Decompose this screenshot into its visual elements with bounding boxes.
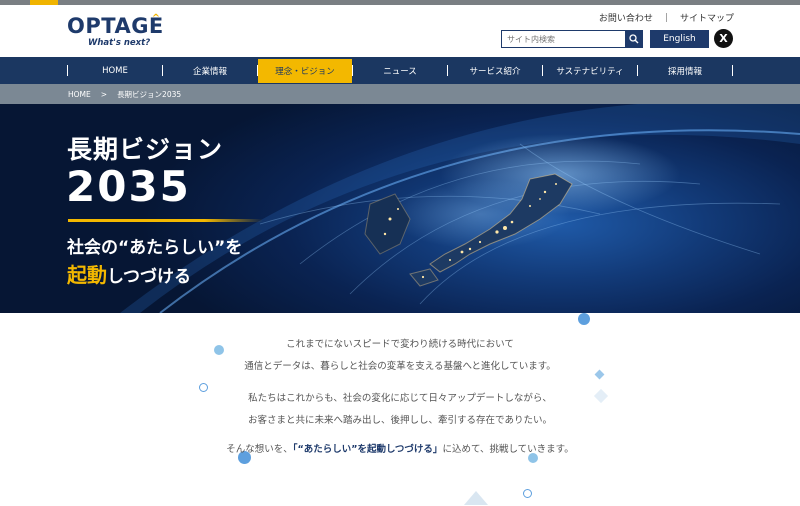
hero-title: 長期ビジョン bbox=[67, 135, 224, 164]
breadcrumb-separator: > bbox=[100, 89, 108, 99]
logo-tagline: What's next? bbox=[88, 38, 151, 48]
sitemap-link[interactable]: サイトマップ bbox=[680, 11, 734, 24]
hero-subtitle-1: 社会の“あたらしい”を bbox=[67, 238, 243, 258]
breadcrumb-home[interactable]: HOME bbox=[68, 90, 91, 99]
message-line: これまでにないスピードで変わり続ける時代において bbox=[286, 339, 514, 350]
optage-logo[interactable]: OPTAGE^ What's next? bbox=[67, 14, 163, 49]
search-icon bbox=[628, 34, 639, 44]
english-button[interactable]: English bbox=[650, 30, 709, 48]
global-nav: HOME 企業情報 理念・ビジョン ニュース サービス紹介 サステナビリティ 採… bbox=[0, 57, 800, 84]
nav-services[interactable]: サービス紹介 bbox=[448, 57, 542, 84]
nav-news[interactable]: ニュース bbox=[353, 57, 447, 84]
nav-recruit[interactable]: 採用情報 bbox=[638, 57, 732, 84]
message-line: お客さまと共に未来へ踏み出し、後押しし、牽引する存在でありたい。 bbox=[248, 415, 552, 426]
vision-message: これまでにないスピードで変わり続ける時代において 通信とデータは、暮らしと社会の… bbox=[0, 313, 800, 506]
contact-link[interactable]: お問い合わせ bbox=[599, 11, 653, 24]
utility-separator: | bbox=[664, 12, 668, 23]
site-header: OPTAGE^ What's next? お問い合わせ | サイトマップ Eng… bbox=[0, 5, 800, 57]
site-search bbox=[501, 30, 643, 48]
hero-subtitle-2: 起動しつづける bbox=[67, 263, 191, 287]
x-social-icon[interactable]: X bbox=[714, 29, 733, 48]
nav-vision[interactable]: 理念・ビジョン bbox=[258, 59, 352, 83]
search-button[interactable] bbox=[625, 31, 642, 47]
message-line: そんな想いを、「“あたらしい”を起動しつづける」に込めて、挑戦していきます。 bbox=[226, 444, 574, 455]
decor-dot bbox=[523, 489, 532, 498]
hero-highlight: 起動 bbox=[67, 263, 107, 287]
nav-company[interactable]: 企業情報 bbox=[163, 57, 257, 84]
search-input[interactable] bbox=[502, 31, 626, 47]
hero-year: 2035 bbox=[66, 162, 191, 211]
nav-sustainability[interactable]: サステナビリティ bbox=[543, 57, 637, 84]
utility-links: お問い合わせ | サイトマップ bbox=[599, 11, 734, 25]
breadcrumb-current: 長期ビジョン2035 bbox=[117, 89, 182, 99]
nav-home[interactable]: HOME bbox=[68, 57, 162, 84]
decor-dot bbox=[578, 313, 590, 325]
message-line: 私たちはこれからも、社会の変化に応じて日々アップデートしながら、 bbox=[248, 393, 552, 404]
hero-divider bbox=[68, 219, 263, 222]
breadcrumb: HOME > 長期ビジョン2035 bbox=[0, 84, 800, 104]
decor-triangle bbox=[464, 491, 488, 505]
message-line: 通信とデータは、暮らしと社会の変革を支える基盤へと進化しています。 bbox=[244, 361, 556, 372]
hero-banner: 長期ビジョン 2035 社会の“あたらしい”を 起動しつづける bbox=[0, 104, 800, 313]
